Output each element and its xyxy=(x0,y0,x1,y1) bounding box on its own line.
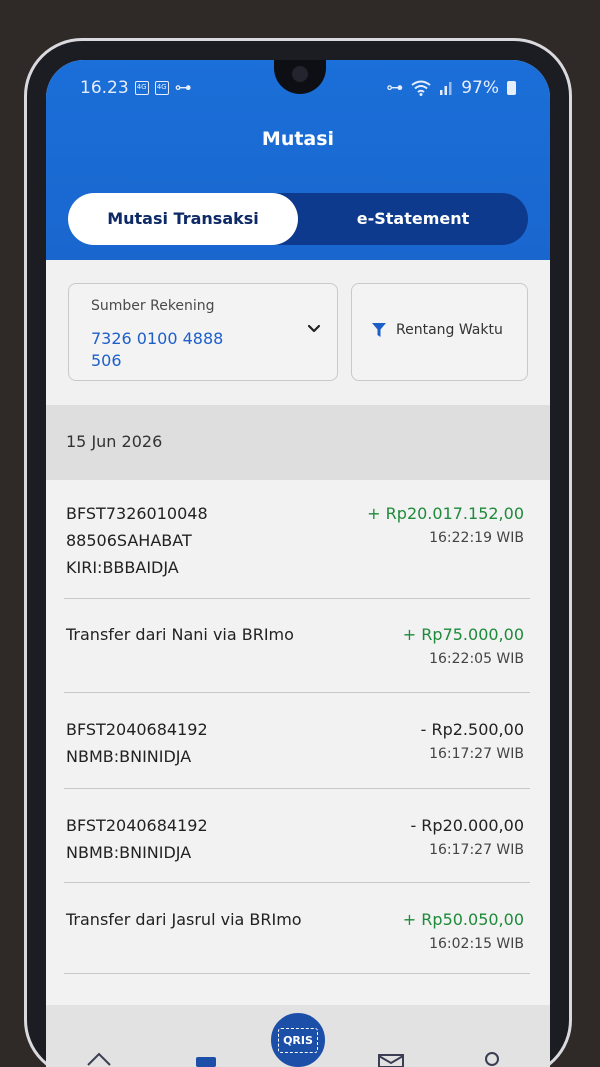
source-account-label: Sumber Rekening xyxy=(91,298,215,314)
transaction-amount: + Rp50.050,00 xyxy=(402,910,524,929)
sim2-icon: 4G xyxy=(154,81,169,95)
transaction-list: BFST7326010048 88506SAHABAT KIRI:BBBAIDJ… xyxy=(46,480,550,1005)
date-group-label: 15 Jun 2026 xyxy=(66,432,163,451)
signal-icon xyxy=(440,82,452,95)
bottom-nav: QRIS xyxy=(46,1005,550,1067)
transaction-time: 16:22:05 WIB xyxy=(429,651,524,667)
source-account-value: 7326 0100 4888 506 xyxy=(91,329,224,370)
tab-mutasi-transaksi[interactable]: Mutasi Transaksi xyxy=(68,193,298,245)
app-screen: 16.23 4G 4G ⊶ ⊶ 97% Mutasi Mutasi Transa… xyxy=(46,60,550,1067)
clock: 16.23 xyxy=(80,78,129,98)
key-icon: ⊶ xyxy=(174,78,192,98)
tab-e-statement[interactable]: e-Statement xyxy=(298,193,528,245)
profile-icon[interactable] xyxy=(484,1051,500,1067)
vpn-key-icon: ⊶ xyxy=(386,78,404,98)
transaction-time: 16:22:19 WIB xyxy=(429,530,524,546)
battery-level: 97% xyxy=(461,78,499,98)
transaction-description: Transfer dari Jasrul via BRImo xyxy=(66,910,302,929)
mail-icon[interactable] xyxy=(378,1053,404,1067)
qris-button[interactable]: QRIS xyxy=(268,1010,328,1067)
date-range-button[interactable]: Rentang Waktu xyxy=(351,283,528,381)
transaction-time: 16:17:27 WIB xyxy=(429,746,524,762)
transaction-time: 16:17:27 WIB xyxy=(429,842,524,858)
filter-icon xyxy=(372,323,386,337)
date-range-label: Rentang Waktu xyxy=(396,322,503,338)
date-group-header: 15 Jun 2026 xyxy=(46,405,550,480)
transaction-time: 16:02:15 WIB xyxy=(429,936,524,952)
divider xyxy=(64,882,530,883)
transaction-amount: + Rp20.017.152,00 xyxy=(367,504,524,523)
battery-icon xyxy=(507,81,516,95)
source-account-dropdown[interactable]: Sumber Rekening 7326 0100 4888 506 xyxy=(68,283,338,381)
sim1-icon: 4G xyxy=(134,81,149,95)
transaction-description: BFST7326010048 88506SAHABAT KIRI:BBBAIDJ… xyxy=(66,504,208,577)
transaction-description: BFST2040684192 NBMB:BNINIDJA xyxy=(66,816,208,862)
transaction-amount: + Rp75.000,00 xyxy=(402,625,524,644)
transaction-amount: - Rp20.000,00 xyxy=(410,816,524,835)
home-icon[interactable] xyxy=(86,1051,112,1067)
qris-label: QRIS xyxy=(278,1027,318,1053)
divider xyxy=(64,788,530,789)
status-bar-right: ⊶ 97% xyxy=(386,78,516,98)
divider xyxy=(64,598,530,599)
tab-segment: Mutasi Transaksi e-Statement xyxy=(68,193,528,245)
mutasi-nav-icon[interactable] xyxy=(196,1055,216,1067)
divider xyxy=(64,692,530,693)
status-bar-left: 16.23 4G 4G ⊶ xyxy=(80,78,192,98)
wifi-icon xyxy=(411,80,431,96)
transaction-amount: - Rp2.500,00 xyxy=(420,720,524,739)
page-title: Mutasi xyxy=(261,128,335,150)
transaction-description: Transfer dari Nani via BRImo xyxy=(66,625,294,644)
transaction-description: BFST2040684192 NBMB:BNINIDJA xyxy=(66,720,208,766)
divider xyxy=(64,973,530,974)
filter-area: Sumber Rekening 7326 0100 4888 506 Renta… xyxy=(46,260,550,405)
chevron-down-icon xyxy=(307,324,321,333)
